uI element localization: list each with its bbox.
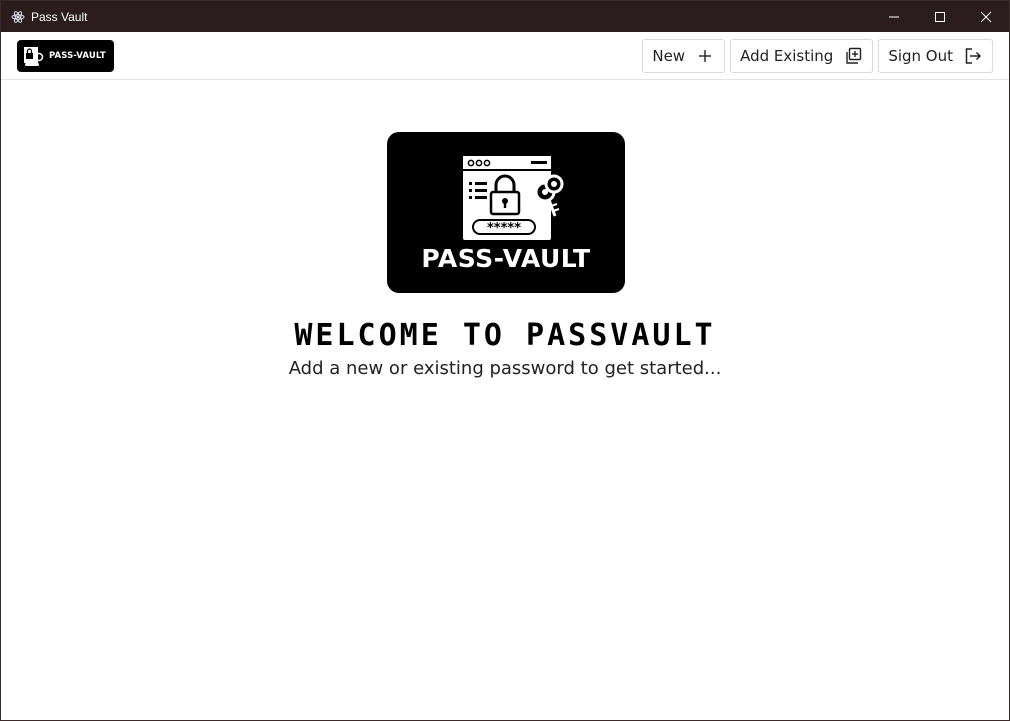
new-button-label: New <box>652 47 686 65</box>
vault-illustration-icon: ***** <box>463 156 564 240</box>
maximize-button[interactable] <box>917 1 963 32</box>
main-content: ***** PASS-VAULT WELCOME TO PASSVAULT Ad… <box>1 81 1009 720</box>
title-bar[interactable]: Pass Vault <box>1 1 1009 32</box>
window-title: Pass Vault <box>31 9 88 24</box>
minimize-button[interactable] <box>871 1 917 32</box>
sign-out-button-label: Sign Out <box>888 47 953 65</box>
close-button[interactable] <box>963 1 1009 32</box>
app-header: PASS-VAULT New Add Existing Sign Out <box>1 32 1009 80</box>
minimize-icon <box>889 16 899 17</box>
sign-out-icon <box>963 46 983 66</box>
header-logo-text: PASS-VAULT <box>49 51 106 61</box>
header-logo[interactable]: PASS-VAULT <box>17 40 114 72</box>
app-window: Pass Vault PASS-VAULT New Add Existing S… <box>0 0 1010 721</box>
new-button[interactable]: New <box>642 39 726 73</box>
add-box-icon <box>843 46 863 66</box>
welcome-heading: WELCOME TO PASSVAULT <box>294 318 716 353</box>
welcome-subtitle: Add a new or existing password to get st… <box>288 358 722 379</box>
atom-icon <box>10 9 26 25</box>
close-icon <box>980 11 992 22</box>
add-existing-button[interactable]: Add Existing <box>730 39 874 73</box>
add-existing-button-label: Add Existing <box>740 47 834 65</box>
window-controls <box>871 1 1009 32</box>
vault-logo-icon <box>24 47 44 66</box>
maximize-icon <box>935 11 945 22</box>
svg-text:*****: ***** <box>487 221 521 236</box>
plus-icon <box>695 46 715 66</box>
hero-logo-text: PASS-VAULT <box>421 244 591 273</box>
header-actions: New Add Existing Sign Out <box>642 39 993 73</box>
hero-logo: ***** PASS-VAULT <box>387 132 625 293</box>
sign-out-button[interactable]: Sign Out <box>878 39 993 73</box>
